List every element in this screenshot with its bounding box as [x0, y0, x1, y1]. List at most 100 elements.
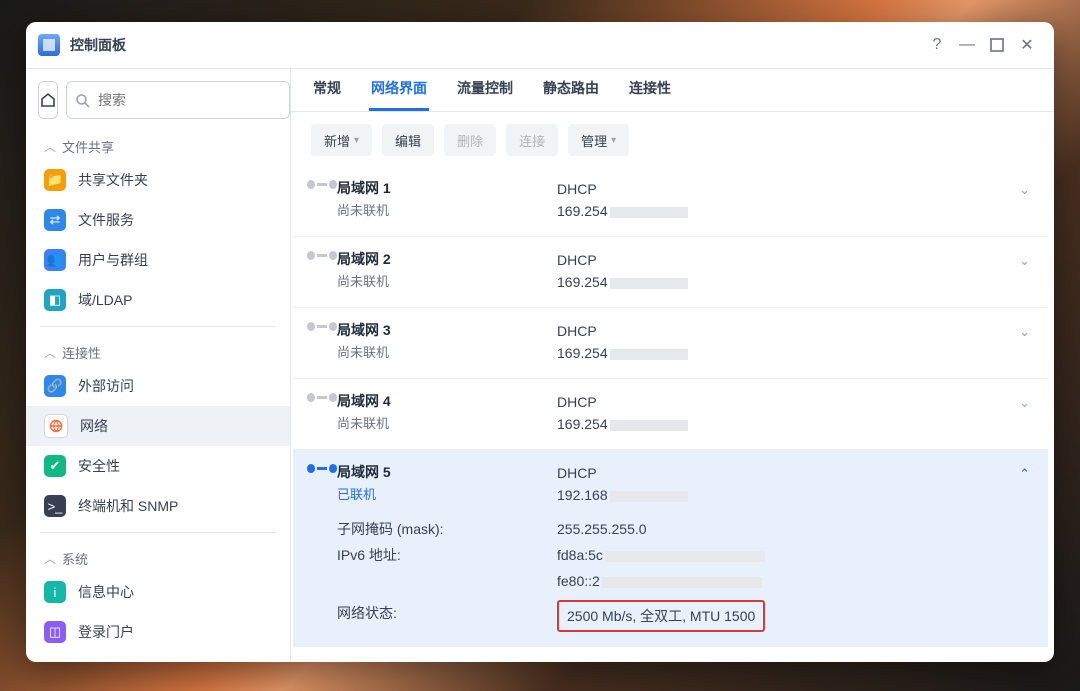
chevron-up-icon: ︿: [44, 138, 56, 155]
interface-row[interactable]: 局域网 4尚未联机 DHCP169.254 ⌄: [293, 378, 1048, 449]
sidebar: ︿文件共享 📁共享文件夹 ⇄文件服务 👥用户与群组 ◧域/LDAP ︿连接性 🔗…: [26, 69, 291, 662]
ldap-icon: ◧: [44, 289, 66, 311]
search-input[interactable]: [96, 91, 281, 109]
interface-status: 尚未联机: [337, 200, 557, 219]
content-area: 常规 网络界面 流量控制 静态路由 连接性 新增▾ 编辑 删除 连接 管理▾ 局…: [291, 69, 1054, 662]
interface-name: 局域网 3: [337, 320, 557, 340]
add-button[interactable]: 新增▾: [311, 124, 372, 156]
interface-name: 局域网 1: [337, 178, 557, 198]
ipv6-label: IPv6 地址:: [337, 542, 557, 568]
interface-row-selected[interactable]: 局域网 5 已联机 DHCP192.168 ⌃ 子网掩码 (mask):255.2…: [293, 449, 1048, 646]
chevron-down-icon: ▾: [354, 135, 359, 146]
pppoe-icon: ⋯›: [307, 661, 337, 662]
window-title: 控制面板: [70, 35, 126, 55]
search-field[interactable]: [66, 81, 290, 119]
interface-mode: DHCP: [557, 391, 1030, 413]
link-status-icon: [307, 322, 337, 331]
interface-list: 局域网 1尚未联机 DHCP169.254 ⌄ 局域网 2尚未联机 DHCP16…: [291, 166, 1054, 662]
help-button[interactable]: ?: [922, 30, 952, 60]
sidebar-item-login-portal[interactable]: ◫登录门户: [26, 612, 290, 652]
tabs: 常规 网络界面 流量控制 静态路由 连接性: [291, 69, 1054, 112]
ipv6-value: fd8a:5c: [557, 542, 1030, 568]
sidebar-item-security[interactable]: ✔安全性: [26, 446, 290, 486]
interface-row[interactable]: 局域网 3尚未联机 DHCP169.254 ⌄: [293, 307, 1048, 378]
interface-details: 子网掩码 (mask):255.255.255.0 IPv6 地址:fd8a:5…: [337, 516, 1030, 632]
tab-general[interactable]: 常规: [311, 78, 343, 111]
maximize-button[interactable]: [982, 30, 1012, 60]
ipv6-value-2: fe80::2: [557, 568, 1030, 594]
mask-value: 255.255.255.0: [557, 516, 1030, 542]
manage-button[interactable]: 管理▾: [568, 124, 629, 156]
netstate-value: 2500 Mb/s, 全双工, MTU 1500: [557, 600, 765, 632]
chevron-up-icon[interactable]: ⌃: [1019, 466, 1030, 482]
interface-mode: DHCP: [557, 178, 1030, 200]
info-icon: i: [44, 581, 66, 603]
interface-status: 尚未联机: [337, 342, 557, 361]
interface-name: 局域网 5: [337, 462, 557, 482]
file-services-icon: ⇄: [44, 209, 66, 231]
interface-ip: 169.254: [557, 200, 1030, 222]
home-icon: [39, 91, 57, 109]
section-system[interactable]: ︿系统: [26, 539, 290, 572]
connect-button: 连接: [506, 124, 558, 156]
link-status-icon: [307, 464, 337, 473]
sidebar-item-file-services[interactable]: ⇄文件服务: [26, 200, 290, 240]
sidebar-item-network[interactable]: 网络: [26, 406, 290, 446]
sidebar-item-users-groups[interactable]: 👥用户与群组: [26, 240, 290, 280]
interface-mode: DHCP: [557, 462, 1030, 484]
sidebar-item-info-center[interactable]: i信息中心: [26, 572, 290, 612]
netstate-label: 网络状态:: [337, 600, 557, 632]
link-status-icon: [307, 180, 337, 189]
chevron-down-icon[interactable]: ⌄: [1019, 324, 1030, 340]
tab-static-route[interactable]: 静态路由: [541, 78, 601, 111]
terminal-icon: >_: [44, 495, 66, 517]
section-connectivity[interactable]: ︿连接性: [26, 333, 290, 366]
interface-row-pppoe[interactable]: ⋯› PPPoE尚未联机 -- ⌄: [293, 646, 1048, 662]
toolbar: 新增▾ 编辑 删除 连接 管理▾: [291, 112, 1054, 166]
network-icon: [44, 414, 68, 438]
chevron-down-icon[interactable]: ⌄: [1019, 395, 1030, 411]
minimize-button[interactable]: —: [952, 30, 982, 60]
interface-row[interactable]: 局域网 2 尚未联机 DHCP169.254 ⌄: [293, 236, 1048, 307]
tab-connectivity[interactable]: 连接性: [627, 78, 673, 111]
login-portal-icon: ◫: [44, 621, 66, 643]
interface-mode: DHCP: [557, 249, 1030, 271]
control-panel-window: 控制面板 ? — ✕ ︿文件共享 📁共享文件夹 ⇄文件服务 👥用户与群组: [26, 22, 1054, 662]
app-icon: [38, 34, 60, 56]
interface-ip: 169.254: [557, 413, 1030, 435]
interface-mode: DHCP: [557, 320, 1030, 342]
sidebar-item-terminal-snmp[interactable]: >_终端机和 SNMP: [26, 486, 290, 526]
external-access-icon: 🔗: [44, 375, 66, 397]
interface-row[interactable]: 局域网 1 尚未联机 DHCP169.254 ⌄: [293, 166, 1048, 236]
link-status-icon: [307, 393, 337, 402]
users-icon: 👥: [44, 249, 66, 271]
interface-status: 尚未联机: [337, 271, 557, 290]
interface-name: 局域网 4: [337, 391, 557, 411]
home-button[interactable]: [38, 81, 58, 119]
interface-name: 局域网 2: [337, 249, 557, 269]
tab-traffic[interactable]: 流量控制: [455, 78, 515, 111]
delete-button: 删除: [444, 124, 496, 156]
interface-name: PPPoE: [337, 659, 557, 662]
mask-label: 子网掩码 (mask):: [337, 516, 557, 542]
close-button[interactable]: ✕: [1012, 30, 1042, 60]
sidebar-item-external-access[interactable]: 🔗外部访问: [26, 366, 290, 406]
section-fileshare[interactable]: ︿文件共享: [26, 127, 290, 160]
edit-button[interactable]: 编辑: [382, 124, 434, 156]
chevron-up-icon: ︿: [44, 344, 56, 361]
interface-ip: 169.254: [557, 271, 1030, 293]
chevron-down-icon[interactable]: ⌄: [1019, 182, 1030, 198]
sidebar-item-domain-ldap[interactable]: ◧域/LDAP: [26, 280, 290, 320]
link-status-icon: [307, 251, 337, 260]
interface-ip: 192.168: [557, 484, 1030, 506]
shield-icon: ✔: [44, 455, 66, 477]
folder-icon: 📁: [44, 169, 66, 191]
chevron-down-icon: ▾: [611, 135, 616, 146]
interface-status: 已联机: [337, 484, 557, 503]
search-icon: [75, 93, 90, 108]
sidebar-item-shared-folder[interactable]: 📁共享文件夹: [26, 160, 290, 200]
tab-interface[interactable]: 网络界面: [369, 78, 429, 111]
chevron-up-icon: ︿: [44, 550, 56, 567]
chevron-down-icon[interactable]: ⌄: [1019, 253, 1030, 269]
maximize-icon: [990, 38, 1004, 52]
